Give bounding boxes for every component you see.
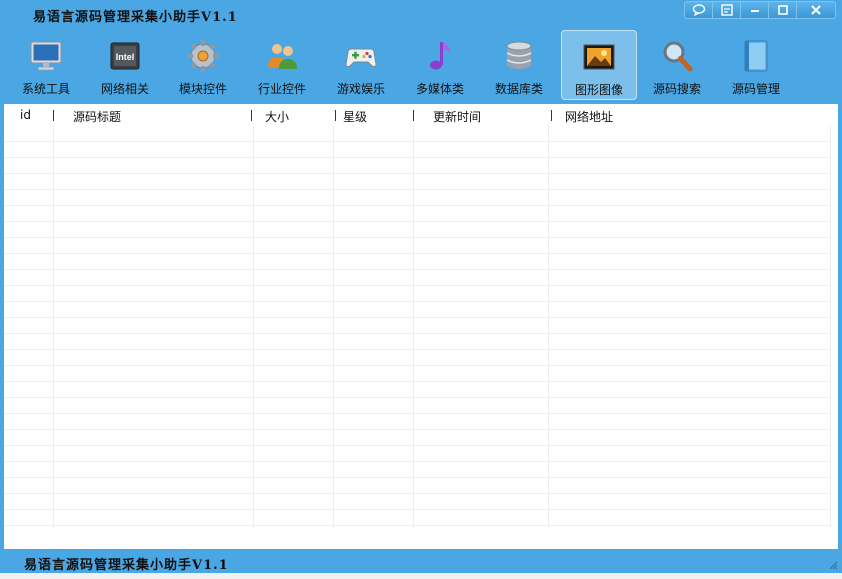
empty-grid-row (4, 270, 830, 286)
minimize-icon (750, 10, 759, 12)
empty-grid-row (4, 382, 830, 398)
close-icon (811, 5, 821, 15)
empty-grid-row (4, 158, 830, 174)
tool-label: 源码搜索 (652, 82, 701, 96)
main-window: 易语言源码管理采集小助手V1.1 系统工具 Intel 网络相关 模块控件 行业… (0, 0, 842, 579)
empty-grid-row (4, 494, 830, 510)
empty-grid-row (4, 254, 830, 270)
window-title: 易语言源码管理采集小助手V1.1 (33, 10, 238, 25)
empty-grid-row (4, 446, 830, 462)
status-text: 易语言源码管理采集小助手V1.1 (24, 558, 229, 573)
tool-graphics[interactable]: 图形图像 (561, 30, 637, 100)
column-header-rating[interactable]: 星级 (343, 108, 367, 125)
column-divider[interactable] (413, 110, 414, 121)
gear-icon (187, 40, 219, 72)
magnifier-icon (663, 41, 693, 72)
empty-grid-row (4, 510, 830, 526)
resize-grip-icon[interactable] (828, 560, 838, 570)
empty-grid-row (4, 286, 830, 302)
feedback-button[interactable] (684, 1, 713, 19)
empty-grid-row (4, 190, 830, 206)
column-header-title[interactable]: 源码标题 (73, 108, 121, 125)
tool-module-controls[interactable]: 模块控件 (165, 30, 241, 100)
window-bottom-edge (0, 573, 842, 579)
column-divider[interactable] (551, 110, 552, 121)
empty-grid-row (4, 414, 830, 430)
list-body (4, 126, 830, 527)
window-controls (684, 1, 836, 19)
tool-system-tools[interactable]: 系统工具 (8, 30, 84, 100)
tool-multimedia[interactable]: 多媒体类 (402, 30, 478, 100)
empty-grid-row (4, 334, 830, 350)
empty-grid-row (4, 350, 830, 366)
empty-grid-row (4, 302, 830, 318)
tool-label: 行业控件 (257, 82, 306, 96)
empty-grid-row (4, 318, 830, 334)
empty-grid-row (4, 238, 830, 254)
column-header-id[interactable]: id (20, 108, 31, 122)
svg-text:Intel: Intel (116, 52, 135, 62)
monitor-icon (30, 41, 62, 71)
empty-grid-row (4, 174, 830, 190)
empty-grid-row (4, 206, 830, 222)
tool-database[interactable]: 数据库类 (481, 30, 557, 100)
tool-label: 数据库类 (494, 82, 543, 96)
source-list[interactable]: id 源码标题 大小 星级 更新时间 网络地址 (4, 104, 838, 549)
column-divider[interactable] (251, 110, 252, 121)
empty-grid-row (4, 126, 830, 142)
column-header-updated[interactable]: 更新时间 (433, 108, 481, 125)
tool-source-search[interactable]: 源码搜索 (639, 30, 715, 100)
title-bar[interactable]: 易语言源码管理采集小助手V1.1 (0, 0, 842, 28)
tool-source-manage[interactable]: 源码管理 (718, 30, 794, 100)
tool-label: 模块控件 (178, 82, 227, 96)
list-header: id 源码标题 大小 星级 更新时间 网络地址 (4, 104, 838, 126)
window-settings-icon (720, 4, 733, 16)
tool-label: 游戏娱乐 (336, 82, 385, 96)
vertical-scrollbar[interactable] (830, 126, 838, 527)
column-header-size[interactable]: 大小 (265, 108, 289, 125)
empty-grid-row (4, 398, 830, 414)
maximize-button[interactable] (768, 1, 797, 19)
chat-bubble-icon (692, 4, 705, 16)
empty-grid-row (4, 462, 830, 478)
column-header-url[interactable]: 网络地址 (565, 108, 613, 125)
tool-label: 图形图像 (574, 83, 623, 97)
grid-line (548, 126, 549, 527)
music-note-icon (430, 42, 451, 70)
chip-icon: Intel (110, 42, 140, 70)
empty-grid-row (4, 222, 830, 238)
tool-label: 源码管理 (731, 82, 780, 96)
gamepad-icon (345, 48, 377, 68)
picture-icon (583, 44, 615, 70)
column-divider[interactable] (53, 110, 54, 121)
tool-industry-controls[interactable]: 行业控件 (244, 30, 320, 100)
tool-games[interactable]: 游戏娱乐 (323, 30, 399, 100)
empty-grid-row (4, 430, 830, 446)
empty-grid-row (4, 142, 830, 158)
grid-line (333, 126, 334, 527)
database-icon (506, 41, 532, 69)
tool-network[interactable]: Intel 网络相关 (87, 30, 163, 100)
tool-label: 多媒体类 (415, 82, 464, 96)
tool-label: 系统工具 (21, 82, 70, 96)
settings-button[interactable] (712, 1, 741, 19)
book-icon (744, 40, 768, 72)
grid-line (253, 126, 254, 527)
grid-line (53, 126, 54, 527)
minimize-button[interactable] (740, 1, 769, 19)
status-bar: 易语言源码管理采集小助手V1.1 (0, 551, 842, 573)
category-toolbar: 系统工具 Intel 网络相关 模块控件 行业控件 游戏娱乐 多媒体类 数据库类… (0, 30, 842, 102)
column-divider[interactable] (335, 110, 336, 121)
grid-line (413, 126, 414, 527)
empty-grid-row (4, 478, 830, 494)
tool-label: 网络相关 (100, 82, 149, 96)
users-icon (268, 44, 297, 69)
close-button[interactable] (796, 1, 836, 19)
empty-grid-row (4, 366, 830, 382)
maximize-icon (777, 5, 788, 15)
